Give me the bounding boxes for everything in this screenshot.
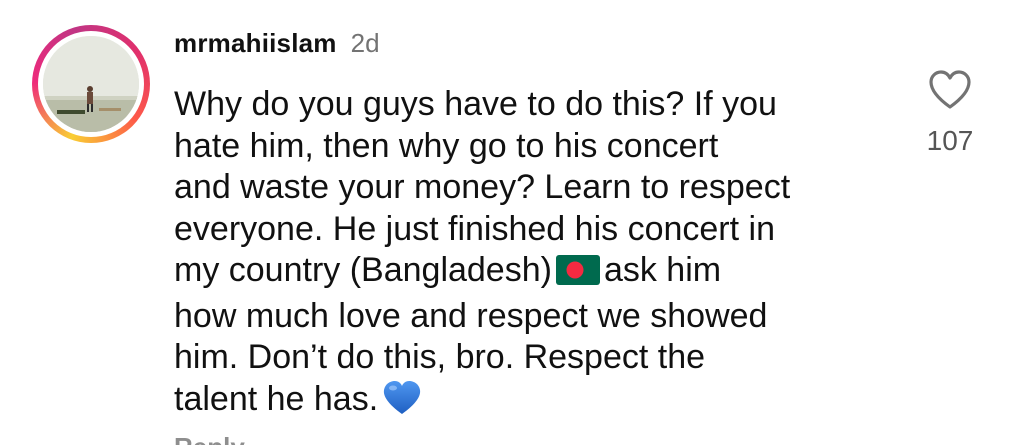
comment-line: how much love and respect we showed [174, 296, 768, 335]
avatar-photo [43, 36, 139, 132]
blue-heart-icon [382, 380, 422, 427]
avatar-story-ring[interactable] [32, 25, 150, 143]
comment-line-with-flag: my country (Bangladesh) ask him [174, 250, 894, 296]
avatar-ring-gap [38, 31, 144, 137]
comment-text: Why do you guys have to do this? If you … [174, 84, 894, 426]
comment-line: him. Don’t do this, bro. Respect the [174, 338, 706, 376]
reply-button[interactable]: Reply [174, 432, 245, 445]
like-count: 107 [926, 125, 974, 156]
comment-line: hate him, then why go to his concert [174, 126, 719, 165]
like-control: 107 [924, 70, 976, 157]
heart-outline-icon[interactable] [928, 70, 972, 115]
comment-line-segment: ask him [603, 251, 722, 289]
comment-line: Why do you guys have to do this? If you [174, 85, 777, 123]
comment-item: mrmahiislam 2d Why do you guys have to d… [0, 0, 1024, 445]
comment-line-with-heart: talent he has. [174, 379, 894, 427]
bangladesh-flag-icon [555, 254, 600, 296]
timestamp: 2d [350, 28, 380, 58]
username[interactable]: mrmahiislam [174, 28, 337, 59]
comment-header: mrmahiislam 2d [174, 28, 380, 68]
comment-line: and waste your money? Learn to respect [174, 168, 791, 206]
comment-line: everyone. He just finished his concert i… [174, 209, 775, 248]
comment-line-segment: my country (Bangladesh) [174, 251, 552, 289]
avatar[interactable] [43, 36, 139, 132]
comment-line-segment: talent he has. [174, 379, 379, 418]
